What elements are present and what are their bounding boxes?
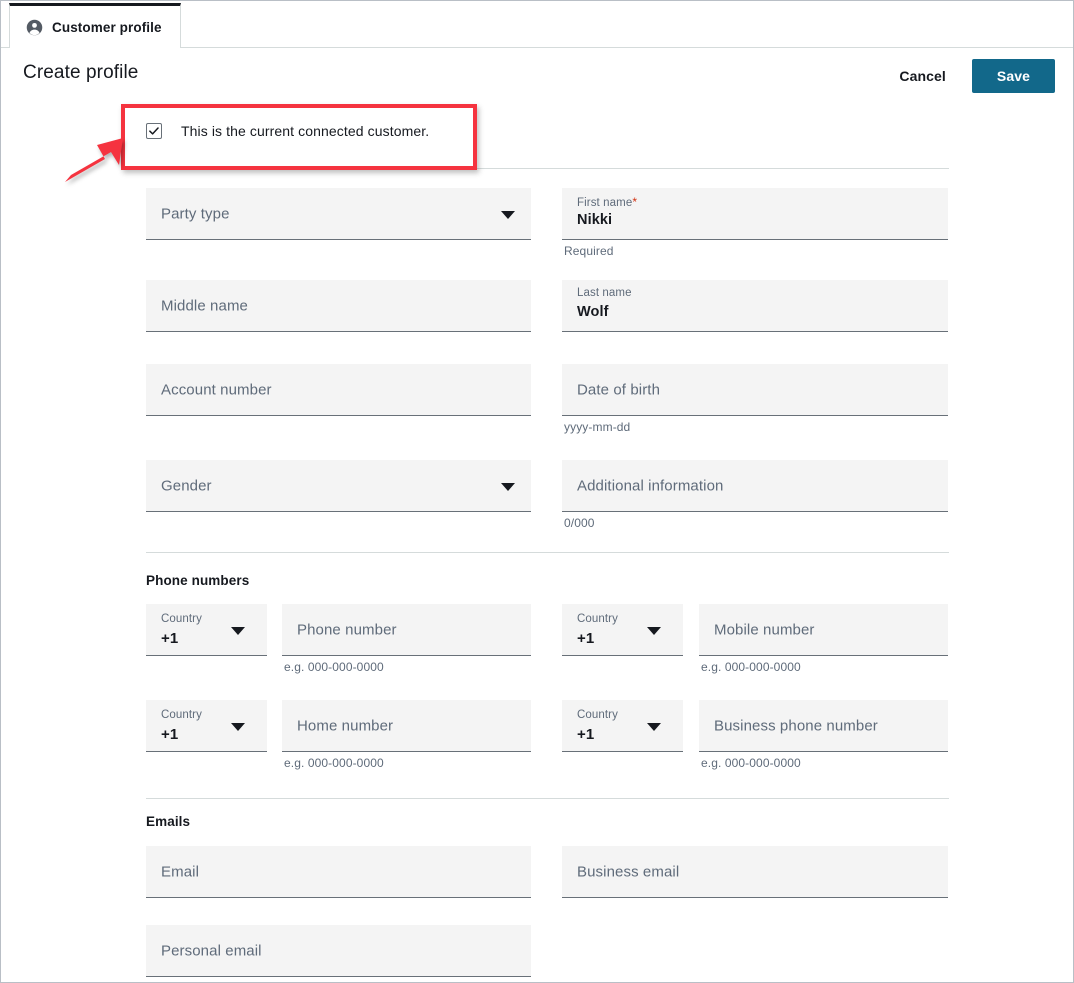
chevron-down-icon xyxy=(647,723,661,731)
mobile-number-hint: e.g. 000-000-0000 xyxy=(701,660,801,674)
date-of-birth-field[interactable]: Date of birth yyyy-mm-dd xyxy=(562,364,948,416)
middle-name-placeholder: Middle name xyxy=(161,297,248,314)
chevron-down-icon xyxy=(647,627,661,635)
party-type-placeholder: Party type xyxy=(161,205,230,222)
first-name-label: First name* xyxy=(577,195,637,209)
checkbox-checked-icon[interactable] xyxy=(146,123,162,139)
account-number-placeholder: Account number xyxy=(161,381,272,398)
chevron-down-icon xyxy=(231,723,245,731)
tab-label: Customer profile xyxy=(52,20,162,35)
customer-profile-window: Customer profile Create profile Cancel S… xyxy=(0,0,1074,983)
divider-email xyxy=(146,798,949,799)
additional-information-field[interactable]: Additional information 0/000 xyxy=(562,460,948,512)
email-placeholder: Email xyxy=(161,863,199,880)
tab-strip: Customer profile xyxy=(1,1,1073,48)
business-email-field[interactable]: Business email xyxy=(562,846,948,898)
first-name-hint: Required xyxy=(564,244,614,258)
home-number-hint: e.g. 000-000-0000 xyxy=(284,756,384,770)
date-of-birth-placeholder: Date of birth xyxy=(577,381,660,398)
divider-phone xyxy=(146,552,949,553)
country-label: Country xyxy=(577,613,618,625)
personal-email-placeholder: Personal email xyxy=(161,942,262,959)
email-field[interactable]: Email xyxy=(146,846,531,898)
connected-customer-checkbox-row[interactable]: This is the current connected customer. xyxy=(146,123,429,139)
home-number-placeholder: Home number xyxy=(297,717,393,734)
required-asterisk: * xyxy=(632,195,637,209)
page-header: Create profile Cancel Save xyxy=(1,48,1073,102)
connected-customer-label: This is the current connected customer. xyxy=(181,123,429,139)
country-label: Country xyxy=(161,709,202,721)
last-name-label: Last name xyxy=(577,287,632,299)
mobile-number-placeholder: Mobile number xyxy=(714,621,815,638)
phone-number-hint: e.g. 000-000-0000 xyxy=(284,660,384,674)
save-button[interactable]: Save xyxy=(972,59,1055,93)
phone-country-select-1[interactable]: Country +1 xyxy=(562,604,683,656)
business-phone-number-placeholder: Business phone number xyxy=(714,717,878,734)
business-phone-number-field[interactable]: Business phone number e.g. 000-000-0000 xyxy=(699,700,948,752)
phone-number-placeholder: Phone number xyxy=(297,621,397,638)
tab-customer-profile[interactable]: Customer profile xyxy=(9,3,181,48)
country-value: +1 xyxy=(577,630,594,647)
home-number-field[interactable]: Home number e.g. 000-000-0000 xyxy=(282,700,531,752)
additional-information-placeholder: Additional information xyxy=(577,477,723,494)
mobile-number-field[interactable]: Mobile number e.g. 000-000-0000 xyxy=(699,604,948,656)
business-phone-number-hint: e.g. 000-000-0000 xyxy=(701,756,801,770)
chevron-down-icon xyxy=(501,483,515,491)
date-of-birth-hint: yyyy-mm-dd xyxy=(564,420,630,434)
cancel-button[interactable]: Cancel xyxy=(887,60,958,92)
profile-form: This is the current connected customer. … xyxy=(1,102,1073,982)
phone-number-field[interactable]: Phone number e.g. 000-000-0000 xyxy=(282,604,531,656)
middle-name-field[interactable]: Middle name xyxy=(146,280,531,332)
first-name-value: Nikki xyxy=(577,212,612,228)
divider-top xyxy=(146,168,949,169)
country-label: Country xyxy=(577,709,618,721)
last-name-field[interactable]: Last name Wolf xyxy=(562,280,948,332)
page-title: Create profile xyxy=(23,62,138,84)
country-label: Country xyxy=(161,613,202,625)
gender-placeholder: Gender xyxy=(161,477,212,494)
last-name-value: Wolf xyxy=(577,304,609,320)
emails-section-title: Emails xyxy=(146,814,190,829)
business-email-placeholder: Business email xyxy=(577,863,679,880)
gender-select[interactable]: Gender xyxy=(146,460,531,512)
header-actions: Cancel Save xyxy=(887,59,1055,93)
user-profile-icon xyxy=(26,19,43,36)
chevron-down-icon xyxy=(501,211,515,219)
phone-country-select-0[interactable]: Country +1 xyxy=(146,604,267,656)
party-type-select[interactable]: Party type xyxy=(146,188,531,240)
personal-email-field[interactable]: Personal email xyxy=(146,925,531,977)
phone-country-select-2[interactable]: Country +1 xyxy=(146,700,267,752)
phone-numbers-section-title: Phone numbers xyxy=(146,573,249,588)
chevron-down-icon xyxy=(231,627,245,635)
account-number-field[interactable]: Account number xyxy=(146,364,531,416)
additional-information-counter: 0/000 xyxy=(564,516,595,530)
country-value: +1 xyxy=(577,726,594,743)
phone-country-select-3[interactable]: Country +1 xyxy=(562,700,683,752)
country-value: +1 xyxy=(161,630,178,647)
first-name-field[interactable]: First name* Nikki Required xyxy=(562,188,948,240)
country-value: +1 xyxy=(161,726,178,743)
